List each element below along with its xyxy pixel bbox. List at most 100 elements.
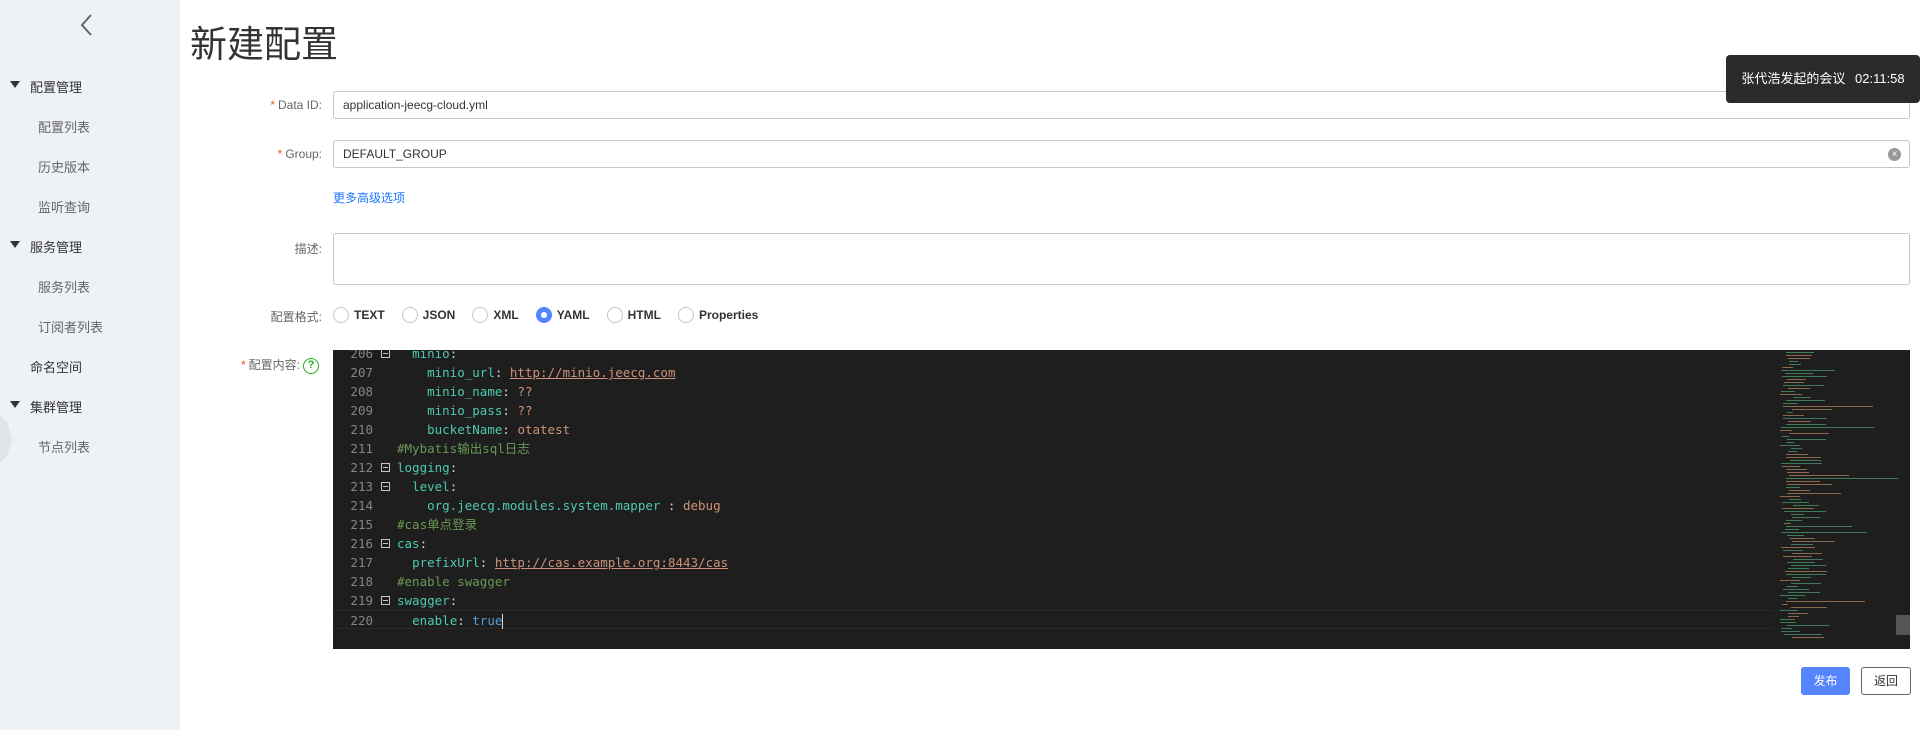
code-text: level: — [412, 479, 458, 494]
sidebar-item-label: 订阅者列表 — [38, 319, 104, 335]
radio-icon — [333, 307, 349, 323]
line-number: 207 — [350, 365, 373, 380]
clear-circle-icon[interactable]: × — [1888, 148, 1901, 161]
line-number: 218 — [350, 574, 373, 589]
code-line[interactable]: 215 #cas单点登录 — [333, 515, 1773, 534]
format-radio-properties[interactable]: Properties — [677, 307, 759, 323]
code-text: minio_pass: ?? — [427, 403, 533, 418]
code-editor[interactable]: 206 minio: 207 minio_url: http://minio.je… — [333, 350, 1910, 649]
code-line[interactable]: 219 swagger: — [333, 591, 1773, 610]
sidebar-item-label: 服务列表 — [38, 279, 91, 295]
format-radio-yaml[interactable]: YAML — [535, 307, 590, 323]
sidebar-item-namespace[interactable]: 命名空间 — [0, 346, 180, 386]
data-id-label: * Data ID: — [192, 98, 322, 112]
format-radio-json[interactable]: JSON — [401, 307, 456, 323]
sidebar-group-label: 配置管理 — [30, 79, 83, 95]
sidebar-group-cluster[interactable]: 集群管理 — [0, 386, 180, 426]
line-number: 216 — [350, 536, 373, 551]
meeting-notification[interactable]: 张代浩发起的会议 02:11:58 — [1726, 55, 1920, 103]
line-number: 210 — [350, 422, 373, 437]
fold-toggle-icon[interactable] — [381, 539, 390, 548]
line-number: 220 — [350, 613, 373, 628]
fold-toggle-icon[interactable] — [381, 596, 390, 605]
code-text: logging: — [397, 460, 458, 475]
group-input-value: DEFAULT_GROUP — [343, 147, 447, 161]
sidebar-group-service[interactable]: 服务管理 — [0, 226, 180, 266]
sidebar-item-node-list[interactable]: 节点列表 — [0, 426, 180, 466]
line-number: 217 — [350, 555, 373, 570]
line-number: 208 — [350, 384, 373, 399]
advanced-options-link[interactable]: 更多高级选项 — [333, 189, 405, 206]
question-circle-icon[interactable]: ? — [303, 357, 319, 374]
content-label-text: 配置内容 — [248, 358, 297, 372]
radio-icon — [401, 307, 418, 323]
code-text: #enable swagger — [397, 574, 510, 589]
radio-icon — [606, 307, 623, 323]
code-line[interactable]: 206 minio: — [333, 350, 1773, 363]
sidebar-item-label: 历史版本 — [38, 159, 91, 175]
format-label: 配置格式: — [270, 310, 322, 324]
radio-label: TEXT — [354, 308, 385, 322]
publish-button[interactable]: 发布 — [1801, 667, 1850, 695]
editor-minimap[interactable] — [1776, 350, 1898, 649]
line-number: 214 — [350, 498, 373, 513]
format-radio-html[interactable]: HTML — [606, 307, 661, 323]
radio-label: JSON — [422, 308, 456, 322]
code-line[interactable]: 211 #Mybatis输出sql日志 — [333, 439, 1773, 458]
code-text: org.jeecg.modules.system.mapper : debug — [427, 498, 721, 513]
sidebar-item-label: 节点列表 — [38, 439, 91, 455]
sidebar-item-subscriber-list[interactable]: 订阅者列表 — [0, 306, 180, 346]
page-title: 新建配置 — [190, 24, 338, 65]
code-line[interactable]: 212 logging: — [333, 458, 1773, 477]
sidebar-item-listener-query[interactable]: 监听查询 — [0, 186, 180, 226]
notification-text: 张代浩发起的会议 — [1741, 71, 1846, 86]
description-textarea[interactable] — [333, 233, 1910, 285]
data-id-label-text: Data ID: — [277, 98, 322, 112]
code-line[interactable]: 218 #enable swagger — [333, 572, 1773, 591]
sidebar-item-service-list[interactable]: 服务列表 — [0, 266, 180, 306]
sidebar: 配置管理 配置列表 历史版本 监听查询 服务管理 服务列表 订阅者列表 命名空间… — [0, 0, 180, 730]
code-line[interactable]: 214 org.jeecg.modules.system.mapper : de… — [333, 496, 1773, 515]
code-line[interactable]: 220 enable: true — [333, 610, 1773, 629]
code-line[interactable]: 217 prefixUrl: http://cas.example.org:84… — [333, 553, 1773, 572]
sidebar-item-label: 命名空间 — [30, 359, 83, 375]
code-line[interactable]: 209 minio_pass: ?? — [333, 401, 1773, 420]
editor-scrollbar[interactable] — [1896, 615, 1910, 635]
sidebar-item-label: 配置列表 — [38, 119, 91, 135]
code-line[interactable]: 207 minio_url: http://minio.jeecg.com — [333, 363, 1773, 382]
notification-time: 02:11:58 — [1855, 71, 1905, 86]
radio-icon — [677, 307, 694, 323]
sidebar-item-config-list[interactable]: 配置列表 — [0, 106, 180, 146]
line-number: 211 — [350, 441, 373, 456]
code-line[interactable]: 210 bucketName: otatest — [333, 420, 1773, 439]
sidebar-item-history[interactable]: 历史版本 — [0, 146, 180, 186]
sidebar-item-label: 监听查询 — [38, 199, 91, 215]
code-line[interactable]: 208 minio_name: ?? — [333, 382, 1773, 401]
required-marker: * — [277, 147, 283, 161]
data-id-input[interactable]: application-jeecg-cloud.yml — [333, 91, 1910, 119]
code-line[interactable]: 216 cas: — [333, 534, 1773, 553]
fold-toggle-icon[interactable] — [381, 463, 390, 472]
fold-toggle-icon[interactable] — [381, 482, 390, 491]
fold-toggle-icon[interactable] — [381, 350, 390, 358]
caret-down-icon — [10, 81, 20, 88]
sidebar-group-label: 服务管理 — [30, 239, 83, 255]
radio-label: XML — [493, 308, 519, 322]
sidebar-group-config[interactable]: 配置管理 — [0, 66, 180, 106]
code-text: enable: true — [412, 613, 504, 629]
code-line[interactable]: 213 level: — [333, 477, 1773, 496]
radio-label: Properties — [698, 308, 759, 322]
line-number: 206 — [350, 350, 373, 361]
line-number: 219 — [350, 593, 373, 608]
caret-down-icon — [10, 401, 20, 408]
group-input[interactable]: DEFAULT_GROUP × — [333, 140, 1910, 168]
code-text: minio_name: ?? — [427, 384, 533, 399]
format-radio-text[interactable]: TEXT — [333, 307, 385, 323]
radio-checked-icon — [535, 307, 552, 323]
chevron-left-icon[interactable] — [76, 12, 100, 38]
required-marker: * — [240, 358, 246, 372]
radio-icon — [472, 307, 489, 323]
back-button[interactable]: 返回 — [1861, 667, 1911, 695]
description-label: 描述: — [294, 242, 322, 256]
format-radio-xml[interactable]: XML — [472, 307, 519, 323]
